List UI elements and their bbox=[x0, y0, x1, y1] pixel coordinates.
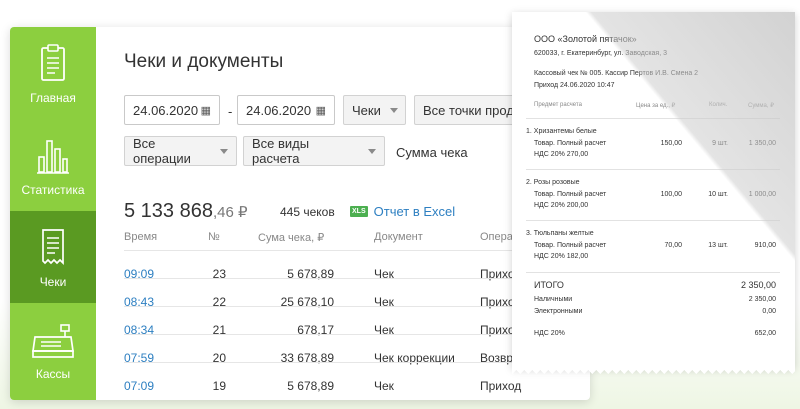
receipt-divider bbox=[526, 272, 780, 273]
date-from-value: 24.06.2020 bbox=[133, 102, 199, 118]
column-header-document[interactable]: Документ bbox=[374, 231, 423, 243]
total-amount-kop: ,46 ₽ bbox=[212, 204, 248, 221]
receipt-item-name: 3. Тюльпаны желтые bbox=[526, 230, 594, 237]
operations-value: Все операции bbox=[133, 136, 191, 166]
receipt-count: 445 чеков bbox=[280, 205, 335, 219]
sidebar-item-label: Главная bbox=[30, 91, 76, 105]
date-from-input[interactable]: 24.06.2020 ▦ bbox=[124, 95, 220, 125]
receipt-header-sum: Сумма, ₽ bbox=[748, 103, 775, 109]
receipt-item-kind: Товар. Полный расчет bbox=[534, 140, 607, 147]
receipt-header-item: Предмет расчета bbox=[534, 102, 582, 108]
receipt-header-price: Цена за ед., ₽ bbox=[636, 103, 676, 109]
bar-chart-icon bbox=[37, 140, 69, 174]
main-window: Главная Статистика Чеки Кассы Чеки и док… bbox=[10, 27, 590, 400]
sidebar-item-statistics[interactable]: Статистика bbox=[10, 119, 96, 211]
receipt-address: 620033, г. Екатеринбург, ул. Заводская, … bbox=[534, 50, 667, 57]
row-document: Чек bbox=[374, 379, 394, 393]
xls-icon: XLS bbox=[350, 206, 368, 217]
receipt-item-qty: 9 шт. bbox=[712, 140, 728, 147]
receipt-vat-label: НДС 20% bbox=[534, 330, 565, 337]
calendar-icon[interactable]: ▦ bbox=[201, 104, 211, 117]
sidebar-item-label: Кассы bbox=[35, 367, 71, 381]
receipt-arrival: Приход 24.06.2020 10:47 bbox=[534, 82, 615, 89]
receipt-item-price: 150,00 bbox=[660, 140, 682, 147]
cash-register-icon bbox=[32, 324, 74, 358]
total-amount-rub: 5 133 868 bbox=[124, 200, 213, 222]
excel-report-label[interactable]: Отчет в Excel bbox=[374, 204, 456, 219]
receipt-item-vat: НДС 20% 182,00 bbox=[534, 253, 589, 260]
operations-select[interactable]: Все операции bbox=[124, 136, 237, 166]
receipt-cash-label: Наличными bbox=[534, 296, 573, 303]
row-sum: 5 678,89 bbox=[287, 379, 334, 393]
receipt-company: ООО «Золотой пятачок» bbox=[534, 34, 637, 44]
column-header-number[interactable]: № bbox=[208, 231, 220, 243]
receipt-cash-value: 2 350,00 bbox=[748, 296, 776, 303]
receipt-electronic-value: 0,00 bbox=[762, 308, 776, 315]
receipt-item-sum: 910,00 bbox=[754, 242, 776, 249]
receipt-icon bbox=[42, 229, 64, 266]
receipt-divider bbox=[526, 118, 780, 119]
sales-points-value: Все точки прода bbox=[423, 102, 514, 118]
sales-points-select[interactable]: Все точки прода bbox=[414, 95, 514, 125]
clipboard-icon bbox=[41, 44, 65, 81]
row-time[interactable]: 07:09 bbox=[124, 379, 154, 393]
chevron-down-icon bbox=[220, 148, 228, 154]
receipt-item-sum: 1 000,00 bbox=[748, 191, 776, 198]
excel-report-link[interactable]: XLS Отчет в Excel bbox=[350, 204, 455, 219]
receipt-item-kind: Товар. Полный расчет bbox=[534, 191, 607, 198]
doc-type-value: Чеки bbox=[352, 102, 381, 118]
payment-types-select[interactable]: Все виды расчета bbox=[243, 136, 385, 166]
row-operation: Приход bbox=[480, 379, 522, 393]
receipt-total-label: ИТОГО bbox=[534, 280, 564, 290]
receipt-item-qty: 13 шт. bbox=[708, 242, 728, 249]
receipt-divider bbox=[526, 220, 780, 221]
sidebar-item-home[interactable]: Главная bbox=[10, 27, 96, 119]
receipt-item-kind: Товар. Полный расчет bbox=[534, 242, 607, 249]
chevron-down-icon bbox=[389, 107, 398, 113]
receipt-header-qty: Колич. bbox=[709, 102, 728, 108]
receipt-torn-edge bbox=[512, 366, 795, 374]
date-to-value: 24.06.2020 bbox=[246, 102, 312, 118]
calendar-icon[interactable]: ▦ bbox=[316, 104, 326, 117]
sidebar-item-label: Статистика bbox=[21, 183, 85, 197]
total-amount: 5 133 868,46 ₽ bbox=[124, 200, 248, 223]
column-header-sum[interactable]: Сума чека, ₽ bbox=[258, 231, 324, 244]
receipt-cashier: Кассовый чек № 005. Кассир Пертов И.В. С… bbox=[534, 70, 699, 77]
receipt-sum-filter[interactable]: Сумма чека bbox=[396, 145, 468, 160]
receipt-item-vat: НДС 20% 270,00 bbox=[534, 151, 589, 158]
sidebar: Главная Статистика Чеки Кассы bbox=[10, 27, 96, 400]
receipt-vat-value: 652,00 bbox=[754, 330, 776, 337]
chevron-down-icon bbox=[368, 148, 376, 154]
payment-types-value: Все виды расчета bbox=[252, 136, 310, 166]
receipt-divider bbox=[526, 169, 780, 170]
receipt-item-sum: 1 350,00 bbox=[748, 140, 776, 147]
receipt-preview: ООО «Золотой пятачок» 620033, г. Екатери… bbox=[512, 12, 795, 368]
receipt-item-price: 100,00 bbox=[660, 191, 682, 198]
row-number: 19 bbox=[212, 379, 226, 393]
receipt-total-value: 2 350,00 bbox=[740, 280, 776, 290]
receipt-item-price: 70,00 bbox=[664, 242, 682, 249]
sidebar-item-label: Чеки bbox=[39, 275, 67, 289]
sidebar-item-registers[interactable]: Кассы bbox=[10, 303, 96, 395]
page-title: Чеки и документы bbox=[124, 51, 284, 72]
column-header-time[interactable]: Время bbox=[124, 231, 157, 243]
receipt-item-vat: НДС 20% 200,00 bbox=[534, 202, 589, 209]
date-range-separator: - bbox=[228, 104, 233, 119]
receipt-item-name: 1. Хризантемы белые bbox=[526, 128, 597, 135]
sidebar-item-receipts[interactable]: Чеки bbox=[10, 211, 96, 303]
receipt-item-name: 2. Розы розовые bbox=[526, 179, 580, 186]
doc-type-select[interactable]: Чеки bbox=[343, 95, 406, 125]
receipt-item-qty: 10 шт. bbox=[708, 191, 728, 198]
date-to-input[interactable]: 24.06.2020 ▦ bbox=[237, 95, 335, 125]
receipt-electronic-label: Электронными bbox=[534, 308, 583, 315]
